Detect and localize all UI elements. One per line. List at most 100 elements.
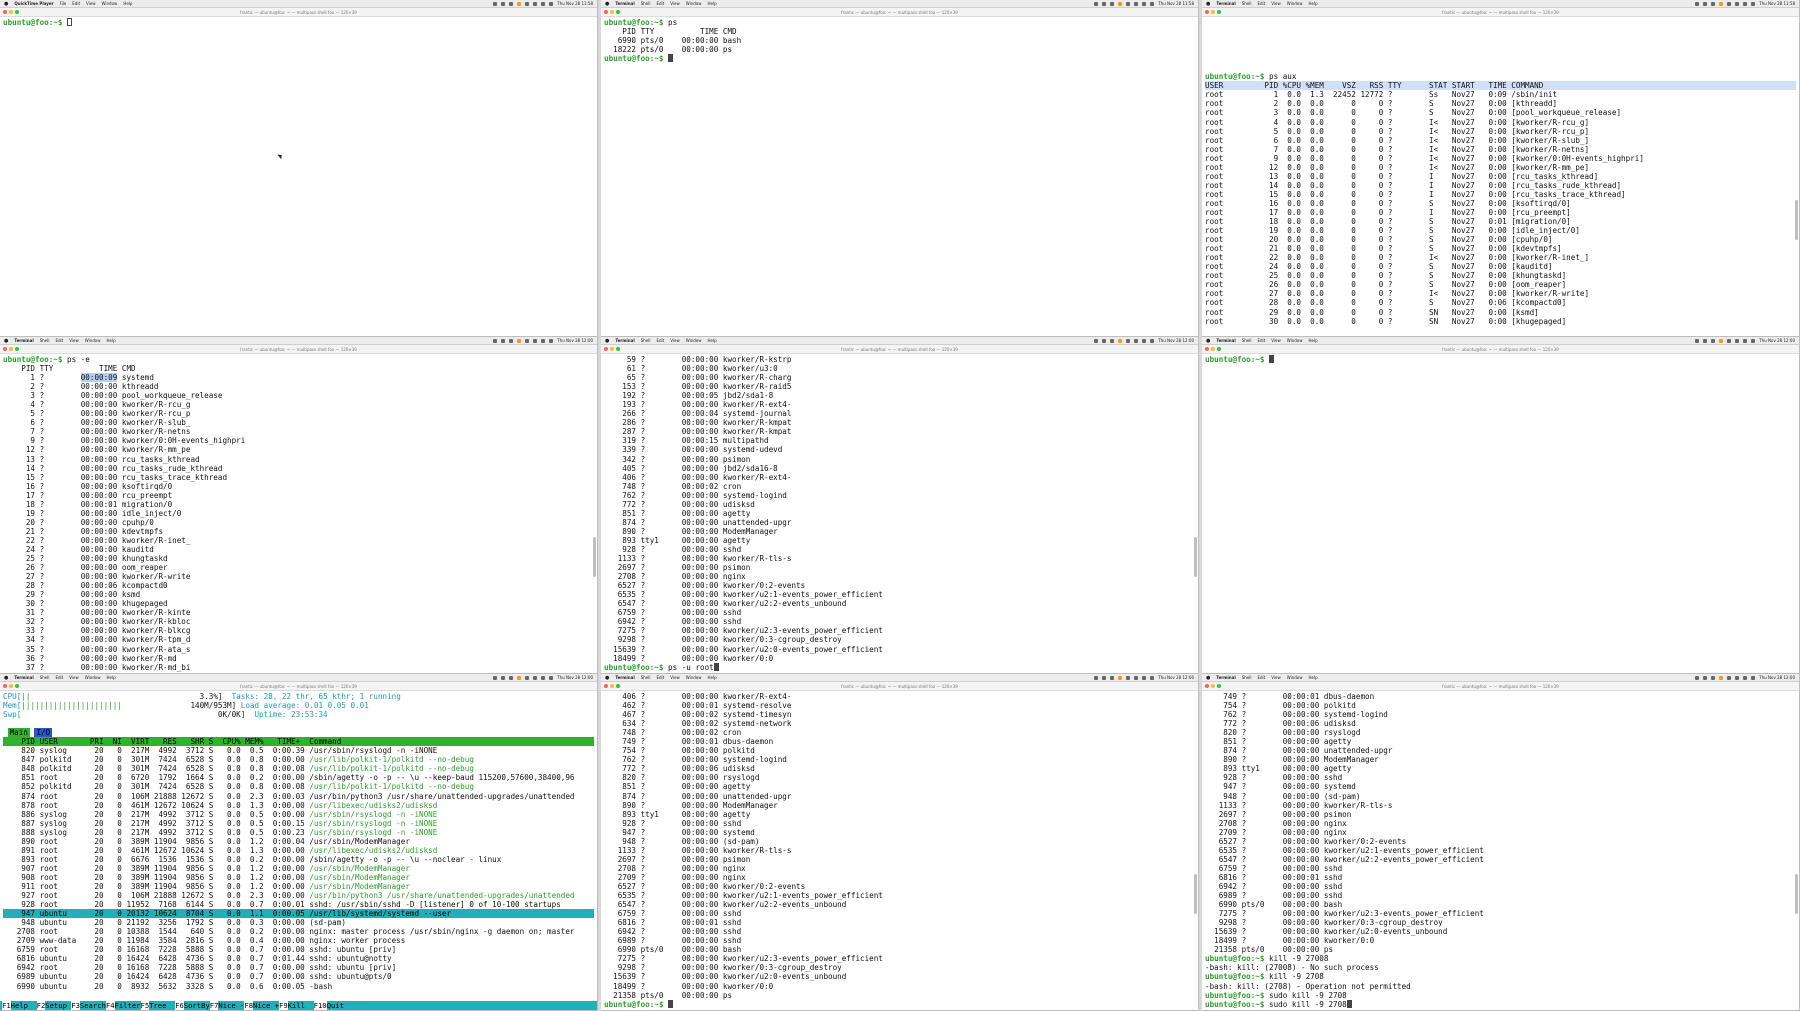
process-row[interactable]: 851 root 20 0 6720 1792 1664 S 0.0 0.2 0… (3, 773, 594, 782)
status-icon[interactable] (1711, 338, 1716, 343)
status-icon[interactable] (1134, 1, 1139, 6)
apple-menu-icon[interactable]: ● (4, 0, 8, 8)
status-icon[interactable] (549, 675, 554, 680)
status-icon[interactable] (493, 1, 498, 6)
status-icon[interactable] (517, 1, 522, 6)
process-row[interactable]: 2709 www-data 20 0 11984 3584 2816 S 0.0… (3, 936, 594, 945)
process-row[interactable]: 2708 root 20 0 10388 1544 640 S 0.0 0.2 … (3, 927, 594, 936)
menu-item[interactable]: Window (102, 0, 118, 8)
status-icon[interactable] (1743, 338, 1748, 343)
status-icon[interactable] (1102, 1, 1107, 6)
app-menu-name[interactable]: Terminal (1216, 674, 1235, 682)
menu-item[interactable]: Help (708, 337, 717, 345)
process-row[interactable]: 6989 ubuntu 20 0 16424 6428 4736 S 0.0 0… (3, 972, 594, 981)
tab-main[interactable]: Main (7, 728, 30, 738)
terminal-window-7[interactable]: ● Terminal Shell Edit View Window Help Thu Nov … (0, 674, 598, 1011)
scrollbar-thumb[interactable] (1795, 874, 1798, 914)
menu-item[interactable]: Window (1287, 674, 1303, 682)
fkey-f6[interactable]: F6 (175, 1001, 184, 1010)
menu-item[interactable]: Window (85, 337, 101, 345)
minimize-button[interactable] (1211, 684, 1215, 688)
process-row[interactable]: 888 syslog 20 0 217M 4992 3712 S 0.0 0.5… (3, 828, 594, 837)
terminal-window-5[interactable]: ● Terminal Shell Edit View Window Help Thu Nov … (601, 337, 1199, 674)
status-icon[interactable] (1751, 338, 1756, 343)
terminal-output[interactable]: 59 ? 00:00:00 kworker/R-kstrp 61 ? 00:00… (601, 354, 1198, 673)
apple-menu-icon[interactable]: ● (605, 337, 609, 345)
status-icon[interactable] (549, 338, 554, 343)
process-row[interactable]: 878 root 20 0 461M 12672 10624 S 0.0 1.3… (3, 801, 594, 810)
fkey-label[interactable]: Help (11, 1001, 37, 1010)
process-row[interactable]: 887 syslog 20 0 217M 4992 3712 S 0.0 0.5… (3, 819, 594, 828)
menu-item[interactable]: Shell (641, 0, 651, 8)
terminal-window-1[interactable]: ● QuickTime Player File Edit View Window Help T… (0, 0, 598, 337)
app-menu-name[interactable]: Terminal (615, 337, 634, 345)
terminal-output[interactable]: CPU[|| 3.3%] Tasks: 28, 22 thr, 65 kthr;… (0, 691, 597, 1010)
apple-menu-icon[interactable]: ● (4, 337, 8, 345)
menu-item[interactable]: Window (686, 337, 702, 345)
close-button[interactable] (1205, 347, 1209, 351)
app-menu-name[interactable]: Terminal (14, 674, 33, 682)
process-row[interactable]: 928 root 20 0 11952 7168 6144 S 0.0 0.7 … (3, 900, 594, 909)
status-icon[interactable] (1102, 675, 1107, 680)
status-icon[interactable] (509, 1, 514, 6)
status-icon[interactable] (1751, 1, 1756, 6)
scrollbar-thumb[interactable] (1194, 537, 1197, 577)
status-icon[interactable] (1110, 675, 1115, 680)
menu-item[interactable]: Edit (656, 674, 664, 682)
status-icon[interactable] (549, 1, 554, 6)
menu-item[interactable]: Help (123, 0, 132, 8)
status-icon[interactable] (493, 675, 498, 680)
terminal-window-9[interactable]: ● Terminal Shell Edit View Window Help Thu Nov … (1202, 674, 1800, 1011)
app-menu-name[interactable]: Terminal (14, 337, 33, 345)
terminal-window-6[interactable]: ● Terminal Shell Edit View Window Help Thu Nov … (1202, 337, 1800, 674)
fkey-f3[interactable]: F3 (71, 1001, 80, 1010)
status-icon[interactable] (533, 1, 538, 6)
minimize-button[interactable] (610, 684, 614, 688)
menu-item[interactable]: File (60, 0, 67, 8)
apple-menu-icon[interactable]: ● (1206, 0, 1210, 8)
app-menu-name[interactable]: Terminal (1216, 337, 1235, 345)
menu-item[interactable]: Help (107, 674, 116, 682)
status-icon[interactable] (517, 338, 522, 343)
menu-item[interactable]: Window (1287, 337, 1303, 345)
menu-item[interactable]: View (1271, 337, 1281, 345)
apple-menu-icon[interactable]: ● (4, 674, 8, 682)
process-row[interactable]: 820 syslog 20 0 217M 4992 3712 S 0.0 0.5… (3, 746, 594, 755)
fkey-label[interactable]: SortBy (184, 1001, 210, 1010)
status-icon[interactable] (525, 1, 530, 6)
status-icon[interactable] (525, 675, 530, 680)
process-row[interactable]: 891 root 20 0 461M 12672 10624 S 0.0 1.3… (3, 846, 594, 855)
fkey-f4[interactable]: F4 (105, 1001, 115, 1010)
terminal-window-8[interactable]: ● Terminal Shell Edit View Window Help Thu Nov … (601, 674, 1199, 1011)
menu-item[interactable]: Shell (641, 674, 651, 682)
menu-item[interactable]: View (670, 0, 680, 8)
menu-item[interactable]: View (69, 674, 79, 682)
status-icon[interactable] (1118, 675, 1123, 680)
status-icon[interactable] (1126, 675, 1131, 680)
close-button[interactable] (604, 10, 608, 14)
status-icon[interactable] (501, 675, 506, 680)
minimize-button[interactable] (9, 10, 13, 14)
process-row[interactable]: 886 syslog 20 0 217M 4992 3712 S 0.0 0.5… (3, 810, 594, 819)
menu-item[interactable]: View (670, 674, 680, 682)
status-icon[interactable] (1703, 675, 1708, 680)
menu-item[interactable]: Edit (1257, 337, 1265, 345)
menu-item[interactable]: Help (107, 337, 116, 345)
menu-item[interactable]: Edit (1257, 0, 1265, 8)
menu-item[interactable]: Help (708, 674, 717, 682)
status-icon[interactable] (1118, 338, 1123, 343)
close-button[interactable] (604, 347, 608, 351)
zoom-button[interactable] (1217, 10, 1221, 14)
fkey-label[interactable]: Quit (327, 1001, 344, 1010)
process-row[interactable]: 6990 ubuntu 20 0 8932 5632 3328 S 0.0 0.… (3, 982, 594, 991)
fkey-label[interactable]: Setup (45, 1001, 71, 1010)
menu-item[interactable]: Window (1287, 0, 1303, 8)
status-icon[interactable] (1735, 338, 1740, 343)
terminal-output[interactable]: ubuntu@foo:~$ ps PID TTY TIME CMD 6990 p… (601, 17, 1198, 336)
status-icon[interactable] (1110, 1, 1115, 6)
fkey-label[interactable]: Filter (115, 1001, 141, 1010)
status-icon[interactable] (1102, 338, 1107, 343)
status-icon[interactable] (1150, 675, 1155, 680)
menu-item[interactable]: Edit (72, 0, 80, 8)
fkey-label[interactable]: Nice + (253, 1001, 279, 1010)
